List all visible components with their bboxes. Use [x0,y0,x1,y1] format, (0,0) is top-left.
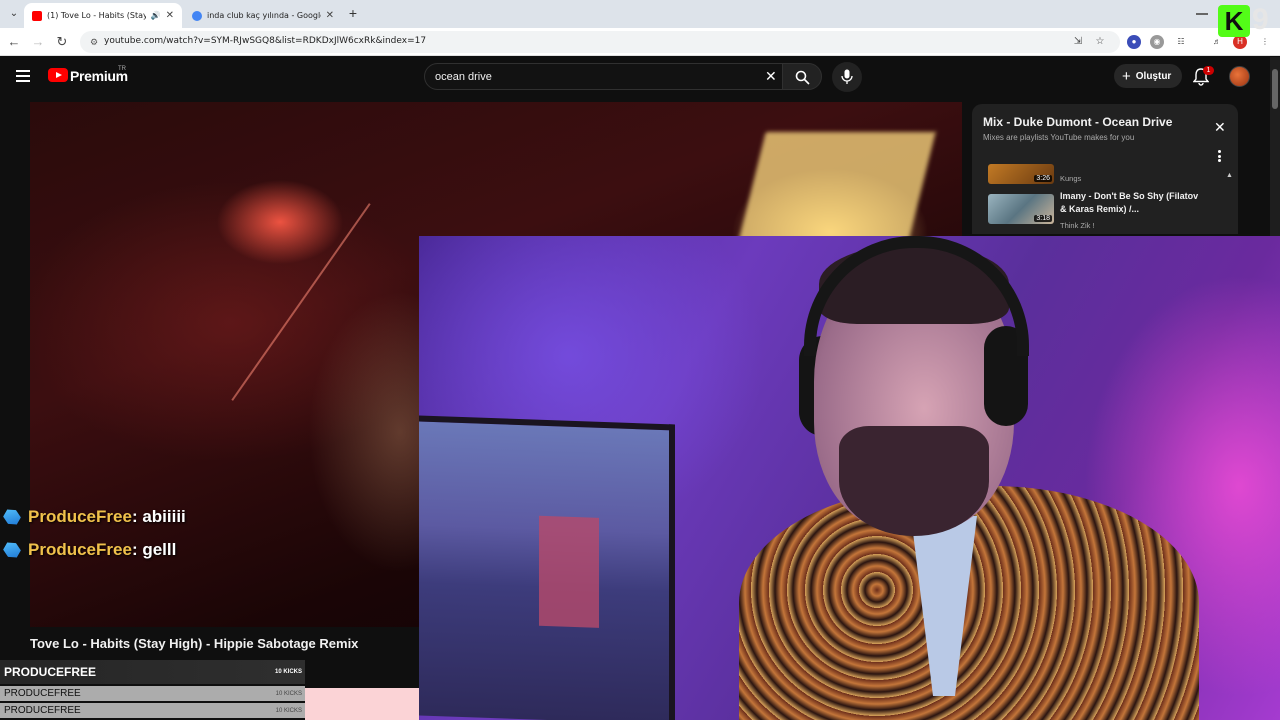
youtube-favicon-icon [32,10,42,21]
extensions-puzzle-icon[interactable]: ☷ [1174,35,1188,49]
youtube-header: Premium TR ocean drive ✕ + Oluştur 1 [0,57,1270,97]
playlist-title[interactable]: Mix - Duke Dumont - Ocean Drive [983,115,1172,129]
hamburger-menu-icon[interactable] [16,70,30,82]
kick-k-icon: K [1218,5,1250,37]
install-app-icon[interactable]: ⇲ [1072,36,1084,48]
webcam-overlay [419,236,1280,720]
minimize-window-icon[interactable] [1196,13,1208,15]
leaderboard-name: PRODUCEFREE [4,665,97,679]
account-avatar[interactable] [1229,66,1250,87]
youtube-logo-icon[interactable] [48,68,68,82]
chat-badge-icon [1,506,23,528]
leaderboard-kicks: 10 KICKS [275,690,302,697]
playlist-subtitle: Mixes are playlists YouTube makes for yo… [983,133,1135,142]
extension-icon[interactable]: ◉ [1150,35,1164,49]
tab-title: (1) Tove Lo - Habits (Stay Hi [47,11,146,20]
more-options-icon[interactable] [1218,150,1221,162]
video-frame-detail [738,132,936,242]
search-input[interactable]: ocean drive ✕ [424,63,788,90]
video-duration: 3:26 [1034,175,1052,182]
leaderboard-row: PRODUCEFREE 10 KICKS [0,703,305,718]
chat-username: ProduceFree [28,507,132,526]
leaderboard-row: PRODUCEFREE 10 KICKS [0,686,305,701]
leaderboard-kicks: 10 KICKS [274,669,302,675]
channel-name: Kungs [1060,174,1082,183]
playlist-item[interactable]: 3:26 Kungs [988,160,1218,186]
kick-counter: 9 [1252,3,1269,36]
chat-message: ProduceFree: abiiiii [4,507,186,527]
address-bar[interactable]: ⚙ youtube.com/watch?v=SYM-RJwSGQ8&list=R… [80,31,1120,53]
search-icon [795,70,810,85]
clear-search-icon[interactable]: ✕ [765,68,777,85]
new-tab-icon[interactable]: + [346,5,360,21]
leaderboard-name: PRODUCEFREE [4,688,81,699]
browser-tab-youtube[interactable]: (1) Tove Lo - Habits (Stay Hi 🔊 ✕ [24,3,182,28]
overlay-panel [305,688,419,720]
browser-tab-google[interactable]: inda club kaç yılında - Google ✕ [184,3,342,28]
voice-search-button[interactable] [832,62,862,92]
streamer-beard [839,426,989,536]
speaker-icon[interactable]: 🔊 [151,11,161,20]
google-favicon-icon [192,10,202,21]
search-query[interactable]: ocean drive [435,71,492,83]
kick-logo: K 9 [1214,3,1274,39]
create-label: Oluştur [1135,70,1172,82]
browser-toolbar: ← → ↻ ⚙ youtube.com/watch?v=SYM-RJwSGQ8&… [0,28,1280,56]
leaderboard-row: PRODUCEFREE 10 KICKS [0,660,305,684]
playlist-scrollbar[interactable]: ▲ [1226,172,1234,234]
playlist-item[interactable]: 3:18 Imany - Don't Be So Shy (Filatov & … [988,190,1218,234]
video-thumbnail[interactable]: 3:18 [988,194,1054,224]
painting [419,415,675,720]
video-frame-detail [231,203,371,401]
back-arrow-icon[interactable]: ← [6,34,22,50]
url-text[interactable]: youtube.com/watch?v=SYM-RJwSGQ8&list=RDK… [104,36,426,46]
video-item-title[interactable]: Imany - Don't Be So Shy (Filatov & Karas… [1060,190,1200,216]
reload-icon[interactable]: ↻ [54,34,70,50]
forward-arrow-icon[interactable]: → [30,34,46,50]
video-duration: 3:18 [1034,215,1052,222]
chat-text: : gelll [131,540,177,559]
chat-badge-icon [1,539,23,561]
create-button[interactable]: + Oluştur [1114,64,1182,88]
leaderboard-name: PRODUCEFREE [4,705,81,716]
video-title: Tove Lo - Habits (Stay High) - Hippie Sa… [30,636,359,651]
chat-message: ProduceFree: gelll [4,540,176,560]
search-button[interactable] [782,63,822,90]
bookmark-star-icon[interactable]: ☆ [1094,36,1106,48]
microphone-icon [841,69,853,84]
notification-count-badge: 1 [1203,66,1214,75]
leaderboard-kicks: 10 KICKS [275,707,302,714]
chat-text: : abiiiii [131,507,186,526]
channel-name: Think Zik ! [1060,221,1095,230]
close-playlist-icon[interactable]: ✕ [1214,120,1226,134]
region-code: TR [118,66,126,72]
chat-username: ProduceFree [28,540,132,559]
headphone-band [804,236,1029,356]
site-info-icon[interactable]: ⚙ [88,36,100,48]
plus-icon: + [1122,67,1131,85]
extension-icon[interactable]: ● [1127,35,1141,49]
tab-title: inda club kaç yılında - Google [207,11,321,20]
close-tab-icon[interactable]: ✕ [166,10,174,21]
browser-tab-strip: ⌄ (1) Tove Lo - Habits (Stay Hi 🔊 ✕ inda… [0,0,1280,28]
tab-search-chevron-icon[interactable]: ⌄ [6,6,22,22]
close-tab-icon[interactable]: ✕ [326,10,334,21]
playlist-panel: Mix - Duke Dumont - Ocean Drive Mixes ar… [972,104,1238,234]
video-thumbnail[interactable]: 3:26 [988,164,1054,184]
scrollbar-thumb[interactable] [1272,69,1278,109]
scroll-up-arrow-icon[interactable]: ▲ [1226,172,1234,179]
